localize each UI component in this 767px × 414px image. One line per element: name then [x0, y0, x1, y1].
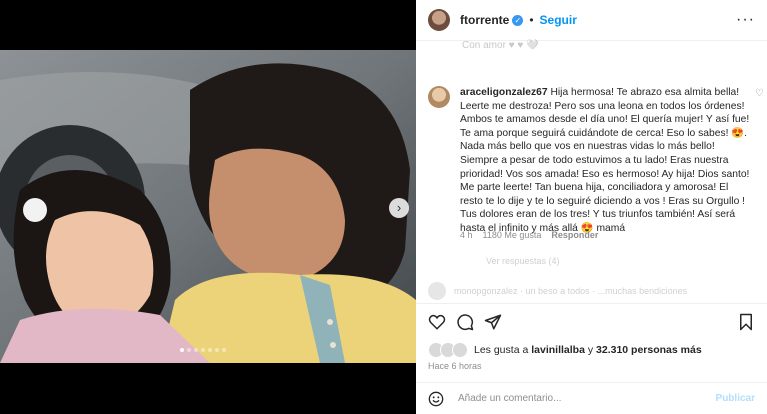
action-bar: [416, 303, 767, 339]
comment-body: araceligonzalez67 Hija hermosa! Te abraz…: [460, 86, 750, 236]
more-options-icon[interactable]: ···: [736, 11, 755, 29]
carousel-dot: [201, 348, 205, 352]
separator: •: [529, 13, 534, 27]
comment-meta: 4 h 1180 Me gusta Responder: [460, 230, 598, 240]
media-pane: ›: [0, 0, 416, 414]
faded-comment-text: monopgonzalez · un beso a todos · ...muc…: [454, 286, 688, 296]
avatar: [428, 282, 446, 300]
share-icon[interactable]: [484, 313, 502, 331]
post-sidebar: ftorrente ✓ • Seguir ··· Con amor ♥ ♥ 🤍 …: [416, 0, 767, 414]
follow-button[interactable]: Seguir: [540, 13, 577, 27]
emoji-icon[interactable]: [428, 391, 444, 407]
carousel-dot: [208, 348, 212, 352]
faded-comment: Con amor ♥ ♥ 🤍: [462, 40, 539, 51]
likes-prefix: Les gusta a: [474, 344, 529, 356]
avatar: [452, 342, 468, 358]
carousel-dot: [194, 348, 198, 352]
reply-button[interactable]: Responder: [551, 230, 598, 240]
likes-summary: Les gusta a lavinillalba y 32.310 person…: [428, 342, 702, 358]
comment-age: 4 h: [460, 230, 473, 240]
carousel-dot: [180, 348, 184, 352]
likes-text[interactable]: Les gusta a lavinillalba y 32.310 person…: [474, 344, 702, 356]
comment-text: Hija hermosa! Te abrazo esa almita bella…: [460, 87, 750, 234]
avatar[interactable]: [428, 9, 450, 31]
comment-heart-icon[interactable]: ♡: [755, 88, 764, 99]
comment-composer: Publicar: [416, 382, 767, 414]
commenter-avatar[interactable]: [428, 86, 450, 108]
carousel-dot: [187, 348, 191, 352]
comment-input[interactable]: [456, 392, 716, 405]
post-photo[interactable]: [0, 50, 416, 363]
faded-comment-row: monopgonzalez · un beso a todos · ...muc…: [428, 282, 687, 300]
post-header: ftorrente ✓ • Seguir ···: [416, 0, 767, 41]
photo-illustration: [0, 50, 416, 363]
heart-icon[interactable]: [428, 313, 446, 331]
comment: araceligonzalez67 Hija hermosa! Te abraz…: [428, 86, 764, 236]
likes-count[interactable]: 32.310 personas más: [596, 344, 702, 356]
carousel-dots: [180, 348, 226, 352]
publish-button[interactable]: Publicar: [716, 393, 755, 404]
comment-icon[interactable]: [456, 313, 474, 331]
save-icon[interactable]: [737, 313, 755, 331]
carousel-dot: [215, 348, 219, 352]
comment-likes[interactable]: 1180 Me gusta: [483, 230, 542, 240]
view-replies[interactable]: Ver respuestas (4): [486, 256, 560, 266]
likes-connector: y: [587, 344, 594, 356]
next-photo-button[interactable]: ›: [389, 198, 409, 218]
commenter-username[interactable]: araceligonzalez67: [460, 87, 548, 98]
carousel-dot: [222, 348, 226, 352]
likes-user[interactable]: lavinillalba: [531, 344, 585, 356]
next-arrow-icon: ›: [396, 200, 402, 215]
verified-badge-icon: ✓: [512, 14, 524, 26]
post-timestamp: Hace 6 horas: [428, 361, 482, 371]
post-username[interactable]: ftorrente: [460, 13, 509, 27]
